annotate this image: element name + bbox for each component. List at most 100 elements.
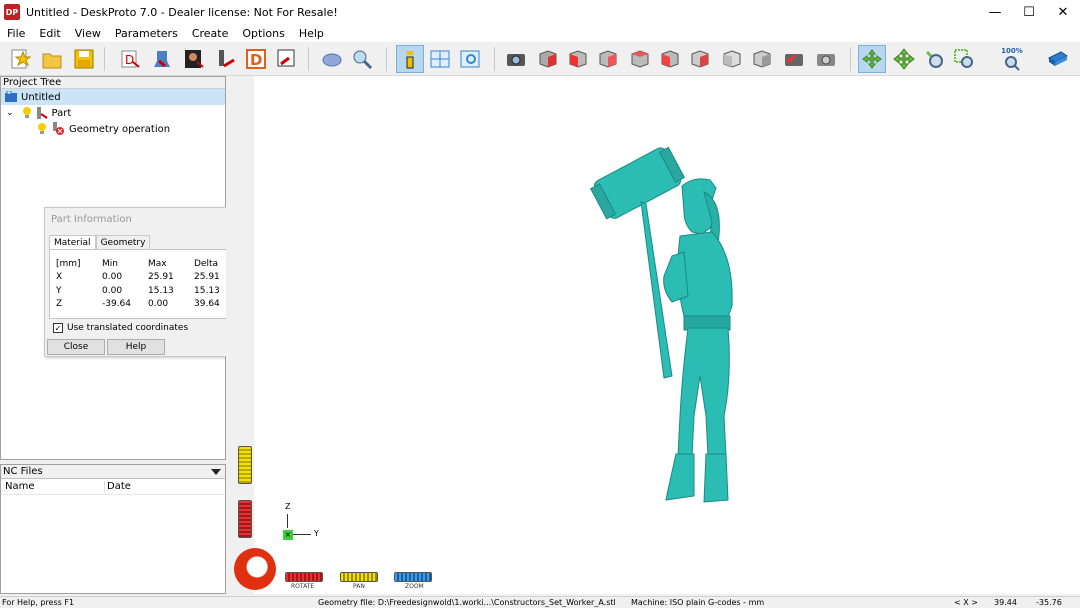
part-icon [36, 106, 48, 120]
layout-icon[interactable] [426, 45, 454, 73]
info-icon[interactable] [396, 45, 424, 73]
close-button[interactable]: Close [47, 339, 105, 355]
table-row: X 0.00 25.91 25.91 [56, 271, 234, 285]
new-project-icon[interactable] [6, 45, 34, 73]
window-title: Untitled - DeskProto 7.0 - Dealer licens… [26, 5, 338, 19]
view-right-icon[interactable] [594, 45, 622, 73]
col-date[interactable]: Date [105, 481, 131, 492]
nc-files-columns: Name Date [1, 479, 225, 495]
book-icon[interactable] [1044, 45, 1072, 73]
save-icon[interactable] [70, 45, 98, 73]
cell-max: 0.00 [148, 299, 169, 310]
toolbar: D D 100% [0, 42, 1080, 76]
cell-axis: X [56, 272, 63, 283]
print-icon[interactable] [812, 45, 840, 73]
zoom-slider-label: ZOOM [405, 583, 424, 590]
menu-bar: File Edit View Parameters Create Options… [0, 24, 1080, 42]
checkbox-label: Use translated coordinates [67, 323, 189, 333]
camera-icon[interactable] [502, 45, 530, 73]
status-help-text: For Help, press F1 [2, 598, 75, 607]
status-geometry-file: Geometry file: D:\Freedesignwold\1.worki… [318, 598, 616, 607]
rotate-slider[interactable] [285, 572, 323, 582]
view-3d-icon[interactable] [748, 45, 776, 73]
tree-item-part[interactable]: ⌄ Part [1, 105, 225, 121]
view-top-icon[interactable] [686, 45, 714, 73]
cell-axis: Z [56, 299, 63, 310]
status-y-coordinate: -35.76 [1036, 598, 1062, 607]
project-icon [5, 90, 17, 103]
d-wizard-icon[interactable]: D [242, 45, 270, 73]
menu-help[interactable]: Help [292, 27, 331, 40]
col-min: Min [102, 258, 118, 269]
operation-icon[interactable] [212, 45, 240, 73]
3d-viewport[interactable]: Z × Y [232, 76, 1080, 594]
menu-view[interactable]: View [68, 27, 108, 40]
menu-edit[interactable]: Edit [32, 27, 67, 40]
title-bar: DP Untitled - DeskProto 7.0 - Dealer lic… [0, 0, 1080, 24]
menu-options[interactable]: Options [235, 27, 291, 40]
tilt-slider[interactable] [238, 446, 252, 484]
tree-item-project[interactable]: Untitled [1, 89, 225, 105]
export-icon[interactable] [272, 45, 300, 73]
project-tree-header: Project Tree [1, 77, 225, 89]
open-icon[interactable] [38, 45, 66, 73]
axis-origin-icon: × [283, 530, 293, 540]
part-wizard-icon[interactable]: D [116, 45, 144, 73]
roll-slider[interactable] [238, 500, 252, 538]
dimensions-table: [mm] Min Max Delta X 0.00 25.91 25.91 Y … [49, 249, 242, 319]
rotate-slider-label: ROTATE [291, 583, 315, 590]
dropdown-arrow-icon[interactable] [211, 468, 221, 475]
status-coord-label: < X > [954, 598, 978, 607]
3d-model[interactable] [232, 76, 1080, 594]
view-back-icon[interactable] [626, 45, 654, 73]
view-left-icon[interactable] [656, 45, 684, 73]
operation-error-icon [51, 122, 65, 136]
tree-item-label: Geometry operation [69, 123, 171, 135]
menu-parameters[interactable]: Parameters [108, 27, 185, 40]
lightbulb-icon[interactable] [37, 123, 47, 135]
menu-create[interactable]: Create [185, 27, 236, 40]
maximize-button[interactable]: ☐ [1012, 0, 1046, 24]
render-icon[interactable] [780, 45, 808, 73]
part-information-dialog: Part Information Material Geometry [mm] … [44, 207, 246, 357]
rotate-dial[interactable] [234, 548, 276, 590]
dialog-title: Part Information [51, 213, 132, 225]
view-bottom-icon[interactable] [718, 45, 746, 73]
lightbulb-icon[interactable] [22, 107, 32, 119]
pan-icon[interactable] [890, 45, 918, 73]
col-max: Max [148, 258, 167, 269]
close-window-button[interactable]: ✕ [1046, 0, 1080, 24]
cell-min: 0.00 [102, 285, 123, 296]
zoom-100-icon[interactable]: 100% [998, 45, 1026, 73]
load-geometry-icon[interactable] [318, 45, 346, 73]
cell-max: 15.13 [148, 285, 174, 296]
create-nc-icon[interactable] [148, 45, 176, 73]
view-parameters-icon[interactable] [348, 45, 376, 73]
zoom-slider[interactable] [394, 572, 432, 582]
preview-icon[interactable] [456, 45, 484, 73]
table-row: Z -39.64 0.00 39.64 [56, 298, 234, 312]
col-name[interactable]: Name [1, 481, 105, 492]
view-iso-icon[interactable] [534, 45, 562, 73]
tree-item-geometry-operation[interactable]: Geometry operation [1, 121, 225, 137]
table-header-row: [mm] Min Max Delta [56, 257, 234, 271]
status-bar: For Help, press F1 Geometry file: D:\Fre… [0, 596, 1080, 607]
collapse-chevron-icon[interactable]: ⌄ [6, 108, 14, 118]
axis-z-label: Z [285, 502, 291, 511]
svg-text:D: D [250, 51, 262, 69]
minimize-button[interactable]: — [978, 0, 1012, 24]
part-image-icon[interactable] [180, 45, 208, 73]
checkbox-check-icon[interactable]: ✓ [53, 323, 63, 333]
cell-max: 25.91 [148, 272, 174, 283]
help-button[interactable]: Help [107, 339, 165, 355]
cell-min: -39.64 [102, 299, 132, 310]
rotate-icon[interactable] [858, 45, 886, 73]
menu-file[interactable]: File [0, 27, 32, 40]
pan-slider[interactable] [340, 572, 378, 582]
zoom-window-icon[interactable] [950, 45, 978, 73]
status-machine: Machine: ISO plain G-codes - mm [631, 598, 765, 607]
view-front-icon[interactable] [564, 45, 592, 73]
pan-slider-label: PAN [353, 583, 365, 590]
zoom-icon[interactable] [920, 45, 948, 73]
use-translated-coordinates-checkbox[interactable]: ✓ Use translated coordinates [53, 323, 188, 333]
